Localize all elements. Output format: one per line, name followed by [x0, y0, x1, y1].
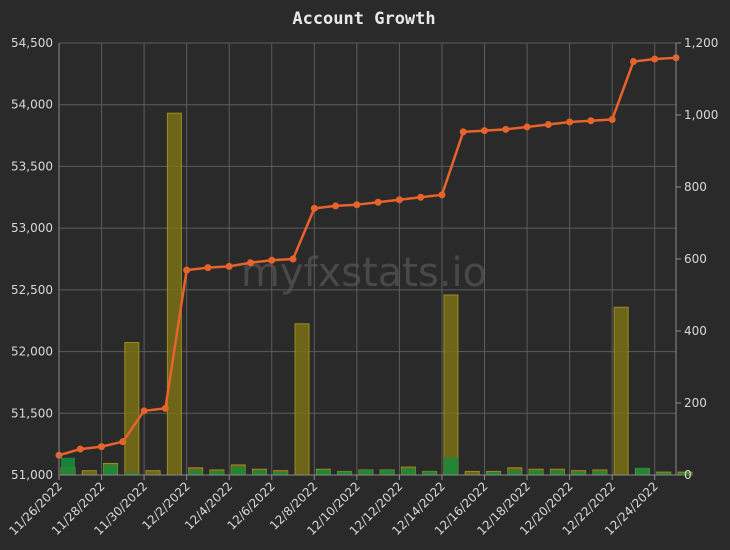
left-tick-label: 51,000 — [11, 468, 53, 482]
balance-point — [183, 266, 191, 274]
right-y-axis: 0 200 400 600 800 1,000 1,200 — [675, 36, 718, 482]
balance-point — [246, 259, 254, 267]
balance-point — [651, 55, 659, 63]
balance-point — [161, 404, 169, 412]
right-tick-label: 0 — [684, 468, 692, 482]
gain-bar — [188, 470, 203, 475]
right-tick-label: 1,200 — [684, 36, 718, 50]
volume-bar — [124, 342, 140, 476]
left-tick-label: 53,500 — [11, 159, 53, 173]
volume-bar — [443, 294, 459, 476]
gain-bar — [337, 471, 352, 475]
left-tick-label: 51,500 — [11, 406, 53, 420]
volume-bar — [81, 470, 97, 476]
chart-title: Account Growth — [292, 9, 435, 29]
balance-point — [587, 117, 595, 125]
balance-point — [395, 196, 403, 204]
gain-bar — [401, 468, 416, 475]
volume-bar — [464, 470, 480, 476]
balance-point — [289, 255, 297, 263]
gain-bar — [316, 469, 331, 475]
gain-bar — [358, 469, 373, 475]
balance-point — [353, 201, 361, 209]
gain-bar — [507, 470, 522, 475]
balance-point — [140, 407, 148, 415]
left-tick-label: 53,000 — [11, 221, 53, 235]
balance-point — [502, 125, 510, 133]
left-tick-label: 52,500 — [11, 283, 53, 297]
volume-bar — [613, 306, 629, 476]
gain-bar — [231, 467, 246, 475]
balance-point — [544, 120, 552, 128]
gain-bar — [635, 467, 650, 475]
gain-bar — [592, 471, 607, 475]
right-tick-label: 1,000 — [684, 108, 718, 122]
gain-bar — [252, 470, 267, 475]
left-tick-label: 54,000 — [11, 98, 53, 112]
gain-bar — [422, 471, 437, 475]
balance-point — [268, 256, 276, 264]
balance-point — [204, 264, 212, 272]
account-growth-chart: Account Growth myfxstats.io 51,000 51,500… — [6, 9, 718, 538]
balance-point — [459, 128, 467, 136]
balance-point — [608, 116, 616, 124]
left-y-axis: 51,000 51,500 52,000 52,500 53,000 53,500 54,0… — [11, 36, 60, 482]
right-tick-label: 200 — [684, 396, 707, 410]
watermark: myfxstats.io — [241, 250, 487, 296]
volume-bar — [294, 323, 310, 476]
left-tick-label: 52,000 — [11, 345, 53, 359]
balance-point — [374, 198, 382, 206]
gain-bar — [529, 470, 544, 475]
gain-bar — [550, 470, 565, 475]
gain-bar — [209, 471, 224, 475]
balance-point — [76, 445, 84, 453]
balance-point — [481, 127, 489, 135]
right-tick-label: 400 — [684, 324, 707, 338]
balance-point — [225, 262, 233, 270]
gain-bar — [103, 464, 118, 475]
balance-point — [119, 438, 127, 446]
gain-bar — [380, 469, 395, 475]
balance-point — [566, 118, 574, 126]
balance-point — [98, 443, 106, 451]
volume-bar — [166, 112, 182, 476]
balance-point — [310, 204, 318, 212]
right-tick-label: 600 — [684, 252, 707, 266]
right-tick-label: 800 — [684, 180, 707, 194]
balance-point — [523, 123, 531, 131]
balance-point — [332, 202, 340, 210]
x-axis: 11/26/202211/28/202211/30/202212/2/20221… — [6, 474, 676, 538]
left-tick-label: 54,500 — [11, 36, 53, 50]
balance-point — [438, 191, 446, 199]
volume-bar — [145, 470, 161, 476]
gain-bar — [61, 457, 75, 475]
gain-bar — [443, 457, 458, 475]
balance-point — [417, 193, 425, 201]
balance-point — [629, 58, 637, 66]
